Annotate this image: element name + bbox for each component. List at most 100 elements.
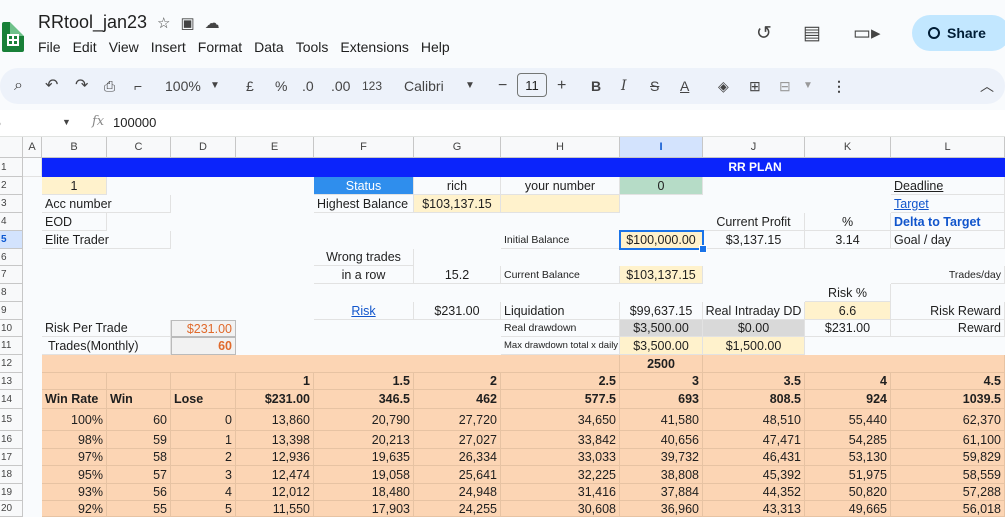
table-cell-lose[interactable]: 1: [171, 431, 236, 449]
your-number-value[interactable]: 0: [620, 177, 703, 195]
cell-k10[interactable]: $231.00: [805, 320, 891, 337]
move-folder-icon[interactable]: ▣: [180, 14, 194, 32]
row-header-6[interactable]: 6: [0, 249, 23, 266]
trades-monthly-label[interactable]: Trades(Monthly): [42, 337, 171, 355]
wrong-trades-label[interactable]: Wrong trades: [314, 249, 414, 266]
redo-icon[interactable]: ↷: [75, 68, 88, 104]
decrease-decimal-button[interactable]: .0: [302, 68, 314, 104]
table-cell-profit[interactable]: 18,480: [314, 484, 414, 501]
table-cell-profit[interactable]: 54,285: [805, 431, 891, 449]
table-cell-lose[interactable]: 0: [171, 409, 236, 431]
eod-label[interactable]: EOD: [42, 213, 107, 231]
row-header-4[interactable]: 4: [0, 213, 23, 231]
status-label[interactable]: Status: [314, 177, 414, 195]
table-cell-profit[interactable]: 33,842: [501, 431, 620, 449]
table-cell-profit[interactable]: 47,471: [703, 431, 805, 449]
col-header-e[interactable]: E: [236, 137, 314, 158]
fill-handle[interactable]: [699, 245, 707, 253]
rr-value-4[interactable]: 577.5: [501, 390, 620, 409]
row-header-8[interactable]: 8: [0, 284, 23, 302]
trades-monthly-value[interactable]: 60: [171, 337, 236, 355]
zoom-dropdown-icon[interactable]: ▼: [210, 68, 220, 104]
row-header-17[interactable]: 17: [0, 449, 23, 466]
risk-reward-label[interactable]: Risk Reward: [891, 302, 1005, 320]
table-cell-lose[interactable]: 2: [171, 449, 236, 466]
menu-data[interactable]: Data: [254, 39, 284, 55]
real-drawdown-label[interactable]: Real drawdown: [501, 320, 620, 337]
win-header[interactable]: Win: [107, 390, 171, 409]
row-header-9[interactable]: 9: [0, 302, 23, 320]
highest-balance-label[interactable]: Highest Balance: [314, 195, 414, 213]
col-header-l[interactable]: L: [891, 137, 1005, 158]
max-drawdown-daily-value[interactable]: $1,500.00: [703, 337, 805, 355]
table-cell-win[interactable]: 57: [107, 466, 171, 484]
initial-balance-value[interactable]: $100,000.00: [620, 231, 703, 249]
table-cell-win[interactable]: 60: [107, 409, 171, 431]
current-balance-label[interactable]: Current Balance: [501, 266, 620, 284]
table-cell-profit[interactable]: 38,808: [620, 466, 703, 484]
menu-extensions[interactable]: Extensions: [340, 39, 408, 55]
table-cell-profit[interactable]: 40,656: [620, 431, 703, 449]
row-header-7[interactable]: 7: [0, 266, 23, 284]
cell-b2[interactable]: 1: [42, 177, 107, 195]
share-button[interactable]: Share: [912, 15, 1005, 51]
table-cell-profit[interactable]: 20,213: [314, 431, 414, 449]
rr-header-1[interactable]: 1: [236, 373, 314, 390]
document-title[interactable]: RRtool_jan23: [38, 12, 147, 33]
search-menus-icon[interactable]: ⌕: [14, 68, 23, 104]
reward-label[interactable]: Reward: [891, 320, 1005, 337]
table-cell-win[interactable]: 59: [107, 431, 171, 449]
menu-tools[interactable]: Tools: [296, 39, 329, 55]
strikethrough-button[interactable]: S: [650, 68, 659, 104]
fill-color-icon[interactable]: ◈: [718, 68, 729, 104]
rr-header-4[interactable]: 2.5: [501, 373, 620, 390]
table-cell-rate[interactable]: 92%: [42, 501, 107, 517]
rr-header-7[interactable]: 4: [805, 373, 891, 390]
table-cell-profit[interactable]: 58,559: [891, 466, 1005, 484]
table-cell-profit[interactable]: 20,790: [314, 409, 414, 431]
table-cell-profit[interactable]: 44,352: [703, 484, 805, 501]
table-cell-profit[interactable]: 36,960: [620, 501, 703, 517]
table-cell-profit[interactable]: 17,903: [314, 501, 414, 517]
table-cell-win[interactable]: 58: [107, 449, 171, 466]
col-header-g[interactable]: G: [414, 137, 501, 158]
col-header-b[interactable]: B: [42, 137, 107, 158]
deadline-label[interactable]: Deadline: [891, 177, 1005, 195]
initial-balance-label[interactable]: Initial Balance: [501, 231, 620, 249]
table-cell-win[interactable]: 55: [107, 501, 171, 517]
table-cell-profit[interactable]: 39,732: [620, 449, 703, 466]
current-profit-value[interactable]: $3,137.15: [703, 231, 805, 249]
table-cell-profit[interactable]: 12,474: [236, 466, 314, 484]
table-cell-rate[interactable]: 98%: [42, 431, 107, 449]
formula-input[interactable]: 100000: [113, 115, 156, 130]
real-intraday-dd-label[interactable]: Real Intraday DD: [703, 302, 805, 320]
menu-insert[interactable]: Insert: [151, 39, 186, 55]
max-drawdown-label[interactable]: Max drawdown total x daily: [501, 337, 620, 355]
table-cell-rate[interactable]: 95%: [42, 466, 107, 484]
menu-edit[interactable]: Edit: [73, 39, 97, 55]
risk-per-trade-label[interactable]: Risk Per Trade: [42, 320, 171, 337]
paint-format-icon[interactable]: ⌐: [134, 68, 142, 104]
cell-a1[interactable]: [23, 158, 42, 177]
risk-percent-label[interactable]: Risk %: [805, 284, 891, 302]
table-cell-profit[interactable]: 41,580: [620, 409, 703, 431]
rr-header-2[interactable]: 1.5: [314, 373, 414, 390]
name-box[interactable]: I5: [0, 115, 1, 130]
table-cell-profit[interactable]: 51,975: [805, 466, 891, 484]
in-a-row-label[interactable]: in a row: [314, 266, 414, 284]
font-size-increase-icon[interactable]: +: [557, 68, 566, 104]
col-header-k[interactable]: K: [805, 137, 891, 158]
rr-header-8[interactable]: 4.5: [891, 373, 1005, 390]
table-cell-profit[interactable]: 13,860: [236, 409, 314, 431]
risk-percent-value[interactable]: 6.6: [805, 302, 891, 320]
table-cell-win[interactable]: 56: [107, 484, 171, 501]
rr-header-5[interactable]: 3: [620, 373, 703, 390]
table-cell-profit[interactable]: 53,130: [805, 449, 891, 466]
table-cell-profit[interactable]: 19,058: [314, 466, 414, 484]
text-color-button[interactable]: A: [680, 68, 689, 104]
table-cell-profit[interactable]: 13,398: [236, 431, 314, 449]
increase-decimal-button[interactable]: .00: [331, 68, 350, 104]
table-cell-profit[interactable]: 49,665: [805, 501, 891, 517]
percent-value[interactable]: 3.14: [805, 231, 891, 249]
liquidation-label[interactable]: Liquidation: [501, 302, 620, 320]
